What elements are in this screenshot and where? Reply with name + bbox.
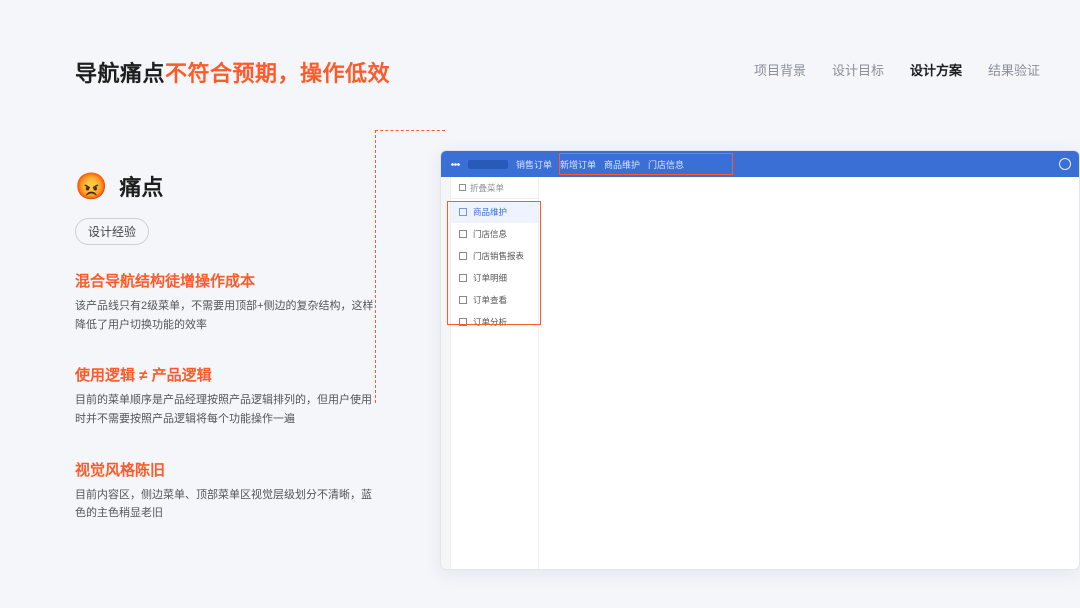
mock-screenshot: 销售订单 新增订单 商品维护 门店信息 折叠菜单 商品维护 门店信息 门店销售报… (440, 150, 1080, 570)
nav-item-3[interactable]: 结果验证 (988, 60, 1040, 79)
pain-point-3-title: 视觉风格陈旧 (75, 459, 375, 480)
nav-item-1[interactable]: 设计目标 (832, 60, 884, 79)
page-title: 导航痛点不符合预期，操作低效 (75, 56, 390, 88)
highlight-side-frame (447, 201, 541, 325)
pain-point-3-body: 目前内容区，侧边菜单、顶部菜单区视觉层级划分不清晰，蓝色的主色稍显老旧 (75, 486, 375, 523)
highlight-top-frame (559, 153, 733, 175)
section-tag: 设计经验 (75, 218, 149, 245)
pain-point-1-body: 该产品线只有2级菜单，不需要用顶部+侧边的复杂结构，这样降低了用户切换功能的效率 (75, 297, 375, 334)
pain-point-1-title: 混合导航结构徒增操作成本 (75, 270, 375, 291)
mock-brand-placeholder (468, 160, 508, 169)
mock-sidebar-header[interactable]: 折叠菜单 (451, 177, 538, 199)
top-nav: 项目背景 设计目标 设计方案 结果验证 (754, 60, 1040, 79)
angry-face-icon: 😡 (75, 171, 107, 202)
mock-sidebar: 折叠菜单 商品维护 门店信息 门店销售报表 订单明细 订单查看 订单分析 (451, 177, 539, 569)
gear-icon[interactable] (1059, 158, 1071, 170)
pain-point-2-body: 目前的菜单顺序是产品经理按照产品逻辑排列的，但用户使用时并不需要按照产品逻辑将每… (75, 391, 375, 428)
dashed-connector-vertical (375, 130, 376, 403)
collapse-icon (459, 184, 466, 191)
mock-sidebar-header-label: 折叠菜单 (470, 182, 504, 194)
pain-point-2-title: 使用逻辑 ≠ 产品逻辑 (75, 364, 375, 385)
pain-point-3: 视觉风格陈旧 目前内容区，侧边菜单、顶部菜单区视觉层级划分不清晰，蓝色的主色稍显… (75, 459, 375, 523)
mock-canvas (539, 177, 1079, 569)
pain-point-2: 使用逻辑 ≠ 产品逻辑 目前的菜单顺序是产品经理按照产品逻辑排列的，但用户使用时… (75, 364, 375, 428)
mock-top-seg-0[interactable]: 销售订单 (516, 158, 552, 171)
nav-item-2[interactable]: 设计方案 (910, 60, 962, 79)
pain-point-1: 混合导航结构徒增操作成本 该产品线只有2级菜单，不需要用顶部+侧边的复杂结构，这… (75, 270, 375, 334)
mock-topbar: 销售订单 新增订单 商品维护 门店信息 (441, 151, 1079, 177)
grid-icon (451, 160, 460, 169)
section-label: 痛点 (119, 170, 163, 202)
page-title-prefix: 导航痛点 (75, 61, 165, 86)
page-title-accent: 不符合预期，操作低效 (165, 61, 390, 86)
dashed-connector-horizontal (375, 130, 445, 131)
section-header: 😡 痛点 (75, 170, 163, 202)
nav-item-0[interactable]: 项目背景 (754, 60, 806, 79)
pain-points: 混合导航结构徒增操作成本 该产品线只有2级菜单，不需要用顶部+侧边的复杂结构，这… (75, 270, 375, 553)
